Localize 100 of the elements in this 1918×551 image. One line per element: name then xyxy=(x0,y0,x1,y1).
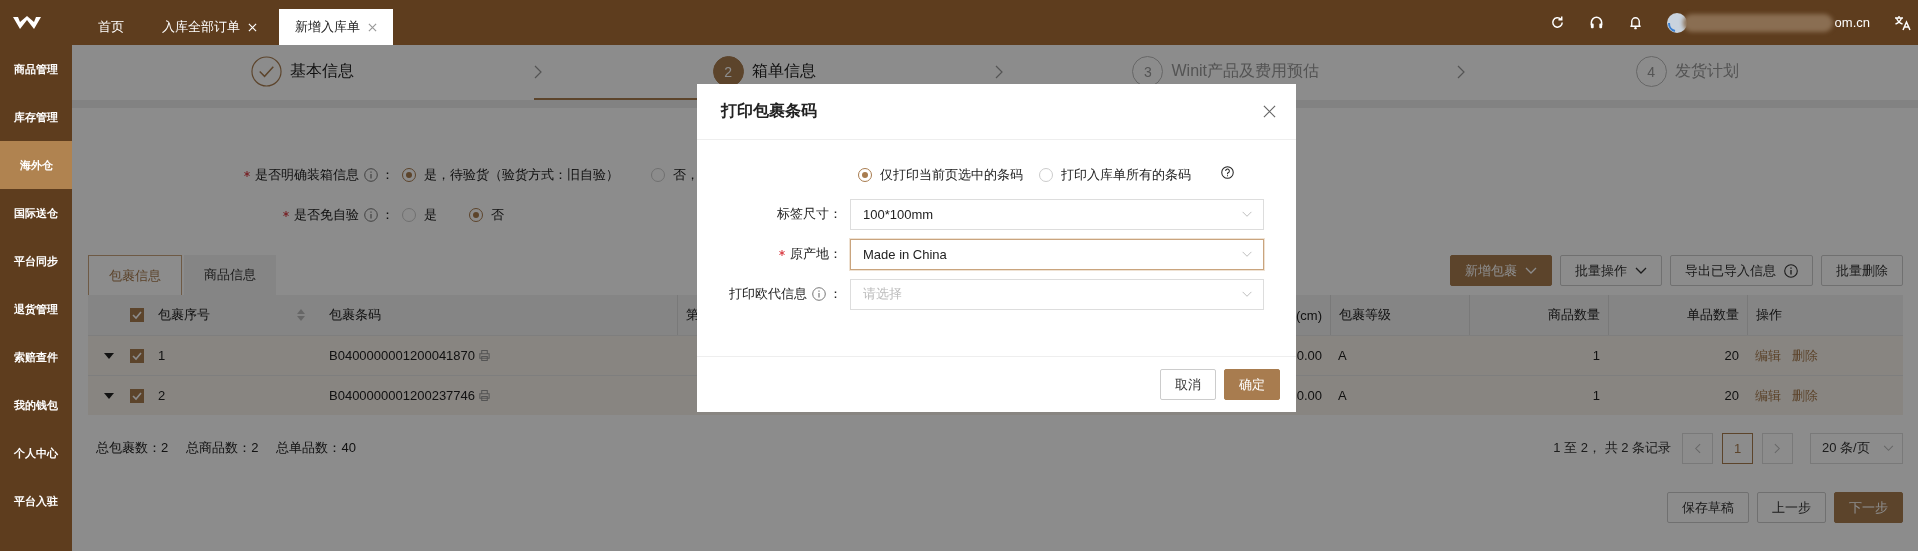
page-tab[interactable]: 入库全部订单 xyxy=(146,9,273,45)
sidebar-item[interactable]: 平台入驻 xyxy=(0,477,72,525)
table-cell: 1 xyxy=(1592,348,1600,363)
table-cell: 20 xyxy=(1724,348,1739,363)
sidebar-item[interactable]: 平台同步 xyxy=(0,237,72,285)
radio-option[interactable]: 仅打印当前页选中的条码 xyxy=(858,166,1023,184)
sidebar-item[interactable]: 库存管理 xyxy=(0,93,72,141)
section-tab[interactable]: 商品信息 xyxy=(184,255,276,295)
column-header: 包裹序号 xyxy=(158,306,210,324)
check-circle-icon xyxy=(251,56,283,87)
radio-button[interactable] xyxy=(651,168,665,182)
column-header: 单品数量 xyxy=(1687,306,1739,324)
caret-icon xyxy=(1883,444,1894,452)
radio-option[interactable]: 打印入库单所有的条码 xyxy=(1039,166,1191,184)
caret-icon xyxy=(1241,210,1253,218)
expand-caret-icon[interactable] xyxy=(104,392,114,399)
checkbox[interactable] xyxy=(130,308,144,322)
step-label: 箱单信息 xyxy=(751,61,816,81)
printer-icon[interactable] xyxy=(478,349,492,362)
checkbox[interactable] xyxy=(130,348,144,363)
bell-icon[interactable] xyxy=(1627,15,1643,30)
radio-button[interactable] xyxy=(1039,168,1053,182)
sidebar-item[interactable]: 国际送仓 xyxy=(0,189,72,237)
footer-button[interactable]: 上一步 xyxy=(1757,492,1826,523)
footer-button[interactable]: 保存草稿 xyxy=(1667,492,1749,523)
expand-caret-icon[interactable] xyxy=(104,352,114,359)
table-cell: 20 xyxy=(1724,388,1739,403)
caret-icon xyxy=(1241,290,1253,298)
dialog-button[interactable]: 确定 xyxy=(1224,369,1280,400)
radio-button[interactable] xyxy=(402,208,416,222)
radio-option[interactable]: 否， xyxy=(651,166,699,184)
sidebar-item[interactable]: 我的钱包 xyxy=(0,381,72,429)
chevron-right-icon xyxy=(1456,65,1465,79)
summary-text: 总包裹数：2 xyxy=(96,439,169,457)
label-colon: ： xyxy=(381,206,394,224)
sidebar-item[interactable]: 退货管理 xyxy=(0,285,72,333)
page-tab[interactable]: 新增入库单 xyxy=(279,9,393,45)
label-colon: ： xyxy=(381,166,394,184)
avatar-icon[interactable] xyxy=(1666,12,1687,33)
account-name[interactable]: om.cn xyxy=(1834,15,1870,30)
radio-option[interactable]: 是，待验货（验货方式：旧自验） xyxy=(402,166,619,184)
summary-text: 总单品数：40 xyxy=(276,439,356,457)
headset-icon[interactable] xyxy=(1588,15,1604,30)
logo-icon xyxy=(12,14,42,31)
column-header: 商品数量 xyxy=(1548,306,1600,324)
checkbox[interactable] xyxy=(130,388,144,403)
step-label: 基本信息 xyxy=(290,61,355,81)
close-icon[interactable] xyxy=(1263,105,1276,118)
table-cell: B0400000001200041870 xyxy=(329,348,476,363)
chevron-right-icon xyxy=(533,65,542,79)
column-header: 操作 xyxy=(1756,306,1782,324)
table-cell: 2 xyxy=(158,388,166,403)
column-header: 包裹条码 xyxy=(329,306,381,324)
dialog-button[interactable]: 取消 xyxy=(1160,369,1216,400)
step-label: Winit产品及费用预估 xyxy=(1171,61,1320,81)
select-field[interactable]: 100*100mm xyxy=(850,198,1264,230)
table-cell: A xyxy=(1338,388,1347,403)
sort-icon[interactable] xyxy=(297,308,305,322)
sidebar-item[interactable]: 海外仓 xyxy=(0,141,72,189)
translate-icon[interactable] xyxy=(1894,14,1912,31)
printer-icon[interactable] xyxy=(478,389,492,402)
radio-option[interactable]: 否 xyxy=(469,206,504,224)
action-button[interactable]: 导出已导入信息 xyxy=(1670,255,1813,286)
field-label: 是否免自验 xyxy=(283,206,378,224)
sidebar-item[interactable]: 索赔查件 xyxy=(0,333,72,381)
radio-option[interactable]: 是 xyxy=(402,206,437,224)
column-header: 包裹等级 xyxy=(1339,306,1391,324)
select-field[interactable]: Made in China xyxy=(850,238,1264,270)
radio-button[interactable] xyxy=(469,208,483,222)
table-cell: 1 xyxy=(158,348,166,363)
dialog-title: 打印包裹条码 xyxy=(721,101,817,121)
table-cell: 1 xyxy=(1592,388,1600,403)
page-range: 1 至 2， 共 2 条记录 xyxy=(1553,439,1671,457)
caret-icon xyxy=(1635,266,1647,275)
action-button[interactable]: 批量删除 xyxy=(1821,255,1903,286)
table-cell: A xyxy=(1338,348,1347,363)
sidebar-item[interactable]: 个人中心 xyxy=(0,429,72,477)
chevron-right-icon xyxy=(995,65,1003,79)
chevron-left-icon xyxy=(1694,442,1701,454)
action-button[interactable]: 批量操作 xyxy=(1560,255,1662,286)
table-cell: 0.00 xyxy=(1296,348,1322,363)
caret-icon xyxy=(1241,250,1253,258)
table-cell: 0.00 xyxy=(1296,388,1322,403)
sidebar-item[interactable]: 商品管理 xyxy=(0,45,72,93)
column-header: (cm) xyxy=(1296,307,1322,323)
refresh-icon[interactable] xyxy=(1549,15,1565,30)
summary-text: 总商品数：2 xyxy=(186,439,259,457)
field-label: 打印欧代信息 xyxy=(729,285,826,303)
caret-icon xyxy=(1525,266,1537,275)
field-label: 标签尺寸： xyxy=(777,205,842,223)
table-cell: B0400000001200237746 xyxy=(329,388,476,403)
radio-button[interactable] xyxy=(858,168,872,182)
radio-button[interactable] xyxy=(402,168,416,182)
page-size-select[interactable]: 20 条/页 xyxy=(1810,432,1903,464)
help-icon[interactable] xyxy=(1221,165,1234,179)
chevron-right-icon xyxy=(1774,442,1781,454)
info-icon xyxy=(1784,263,1798,278)
label-colon: ： xyxy=(829,285,842,303)
page-tab[interactable]: 首页 xyxy=(82,9,140,45)
field-label: 是否明确装箱信息 xyxy=(244,166,378,184)
